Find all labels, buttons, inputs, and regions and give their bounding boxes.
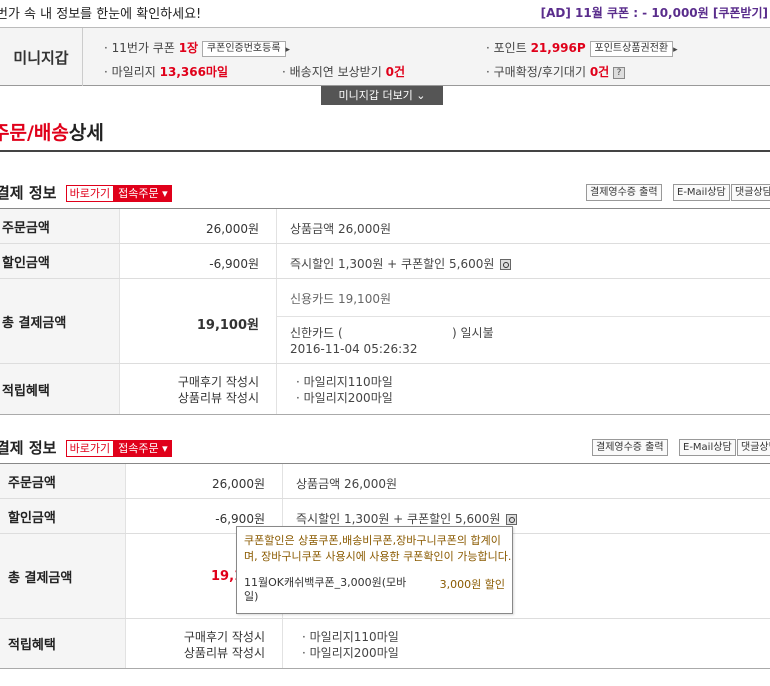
mileage-row: · 마일리지 13,366마일 <box>104 63 228 80</box>
discount-value: -6,900원 <box>209 257 259 271</box>
order-amount-label: 주문금액 <box>0 464 126 498</box>
mini-wallet-label: 미니지갑 <box>0 28 83 86</box>
total-row: 총 결제금액 19,100원 신용카드 19,100원 신한카드 ( ) 일시불… <box>0 279 770 364</box>
ad-coupon-link[interactable]: [AD] 11월 쿠폰 : - 10,000원 [쿠폰받기] <box>541 4 768 21</box>
card-divider <box>277 316 770 317</box>
reply-consult-button[interactable]: 댓글상담 <box>737 439 770 456</box>
total-value: 19,100원 <box>196 318 259 333</box>
discount-label: 할인금액 <box>0 499 126 533</box>
column-divider <box>276 364 277 414</box>
mileage-value[interactable]: 13,366마일 <box>160 65 228 79</box>
mileage-label: · 마일리지 <box>104 65 156 79</box>
column-divider <box>276 279 277 363</box>
discount-detail: 즉시할인 1,300원 + 쿠폰할인 5,600원 <box>290 255 512 272</box>
delay-value[interactable]: 0건 <box>386 65 405 79</box>
coupon-row: · 11번가 쿠폰 1장 쿠폰인증번호등록 ▸ <box>104 39 290 57</box>
point-convert-button[interactable]: 포인트상품권전환 <box>589 40 674 57</box>
discount-detail: 즉시할인 1,300원 + 쿠폰할인 5,600원 <box>296 510 518 527</box>
delay-label: · 배송지연 보상받기 <box>282 65 382 79</box>
total-label: 총 결제금액 <box>0 534 126 618</box>
benefit-value-1: · 마일리지110마일 <box>296 375 393 389</box>
benefit-values: · 마일리지110마일 · 마일리지200마일 <box>302 629 399 661</box>
receipt-print-button[interactable]: 결제영수증 출력 <box>586 184 662 201</box>
column-divider <box>276 209 277 243</box>
payment-info-heading-1: 결제 정보 바로가기 접속주문 ▾ <box>0 182 172 203</box>
point-value[interactable]: 21,996P <box>531 41 586 55</box>
magnifier-icon[interactable] <box>500 259 512 270</box>
discount-value: -6,900원 <box>215 512 265 526</box>
shortcut-button[interactable]: 바로가기 <box>65 440 115 457</box>
magnifier-icon[interactable] <box>506 514 518 525</box>
page-title-suffix: 상세 <box>68 122 104 144</box>
benefit-value-2: · 마일리지200마일 <box>302 646 399 660</box>
coupon-count[interactable]: 1장 <box>179 41 198 55</box>
top-bar: 번가 속 내 정보를 한눈에 확인하세요! [AD] 11월 쿠폰 : - 10… <box>0 0 770 28</box>
discount-label: 할인금액 <box>0 244 120 278</box>
discount-row: 할인금액 -6,900원 즉시할인 1,300원 + 쿠폰할인 5,600원 <box>0 244 770 279</box>
shortcut-button[interactable]: 바로가기 <box>65 185 115 202</box>
order-amount-value: 26,000원 <box>211 477 265 491</box>
top-message: 번가 속 내 정보를 한눈에 확인하세요! <box>0 7 202 22</box>
benefit-condition-2: 상품리뷰 작성시 <box>177 391 259 405</box>
benefit-label: 적립혜택 <box>0 619 126 668</box>
email-consult-button[interactable]: E-Mail상담 <box>679 439 736 456</box>
confirm-label: · 구매확정/후기대기 <box>486 65 586 79</box>
benefit-label: 적립혜택 <box>0 364 120 414</box>
coupon-register-arrow-icon: ▸ <box>285 45 291 55</box>
total-label: 총 결제금액 <box>0 279 120 363</box>
point-convert-arrow-icon: ▸ <box>673 45 678 55</box>
benefit-conditions: 구매후기 작성시 상품리뷰 작성시 <box>130 374 259 406</box>
confirm-row: · 구매확정/후기대기 0건 ? <box>486 63 626 80</box>
section-title: 결제 정보 <box>0 439 57 457</box>
point-row: · 포인트 21,996P 포인트상품권전환 ▸ <box>486 39 678 57</box>
page-title: 주문/배송상세 <box>0 118 104 145</box>
discount-detail-text: 즉시할인 1,300원 + 쿠폰할인 5,600원 <box>296 512 501 526</box>
column-divider <box>282 619 283 668</box>
mini-wallet-more-button[interactable]: 미니지갑 더보기 ⌄ <box>321 86 443 105</box>
benefit-row: 적립혜택 구매후기 작성시 상품리뷰 작성시 · 마일리지110마일 · 마일리… <box>0 619 770 669</box>
coupon-discount-tooltip: 쿠폰할인은 상품쿠폰,배송비쿠폰,장바구니쿠폰의 합계이며, 장바구니쿠폰 사용… <box>236 526 513 614</box>
benefit-condition-2: 상품리뷰 작성시 <box>183 646 265 660</box>
receipt-print-button[interactable]: 결제영수증 출력 <box>592 439 668 456</box>
benefit-value-1: · 마일리지110마일 <box>302 630 399 644</box>
title-divider <box>0 150 770 152</box>
payment-table-1: 주문금액 26,000원 상품금액 26,000원 할인금액 -6,900원 즉… <box>0 208 770 415</box>
point-label: · 포인트 <box>486 41 527 55</box>
order-amount-detail: 상품금액 26,000원 <box>290 222 392 236</box>
page-title-prefix: 주문/배송 <box>0 122 69 144</box>
coupon-register-button[interactable]: 쿠폰인증번호등록 <box>201 40 286 57</box>
card-name: 신한카드 ( <box>290 326 343 340</box>
help-icon[interactable]: ? <box>613 66 626 79</box>
order-amount-label: 주문금액 <box>0 209 120 243</box>
card-datetime: 2016-11-04 05:26:32 <box>290 342 418 356</box>
benefit-conditions: 구매후기 작성시 상품리뷰 작성시 <box>136 629 265 661</box>
benefit-condition-1: 구매후기 작성시 <box>177 375 259 389</box>
order-amount-detail: 상품금액 26,000원 <box>296 477 398 491</box>
confirm-value[interactable]: 0건 <box>590 65 609 79</box>
benefit-condition-1: 구매후기 작성시 <box>183 630 265 644</box>
benefit-value-2: · 마일리지200마일 <box>296 391 393 405</box>
tooltip-coupon-discount: 3,000원 할인 <box>439 578 505 591</box>
section-title: 결제 정보 <box>0 184 57 202</box>
order-amount-value: 26,000원 <box>205 222 259 236</box>
mini-wallet: 미니지갑 · 11번가 쿠폰 1장 쿠폰인증번호등록 ▸ · 포인트 21,996… <box>0 28 770 86</box>
tooltip-coupon-name: 11월OK캐쉬백쿠폰_3,000원(모바일) <box>244 576 407 603</box>
delay-row: · 배송지연 보상받기 0건 <box>282 63 405 80</box>
order-amount-row: 주문금액 26,000원 상품금액 26,000원 <box>0 209 770 244</box>
email-consult-button[interactable]: E-Mail상담 <box>673 184 730 201</box>
reply-consult-button[interactable]: 댓글상담 <box>731 184 770 201</box>
card-amount-line: 신용카드 19,100원 <box>290 292 392 306</box>
order-method-dropdown[interactable]: 접속주문 ▾ <box>114 185 172 202</box>
order-amount-row: 주문금액 26,000원 상품금액 26,000원 <box>0 464 770 499</box>
order-method-dropdown[interactable]: 접속주문 ▾ <box>114 440 172 457</box>
column-divider <box>282 464 283 498</box>
discount-detail-text: 즉시할인 1,300원 + 쿠폰할인 5,600원 <box>290 257 495 271</box>
coupon-label: · 11번가 쿠폰 <box>104 41 175 55</box>
tooltip-description: 쿠폰할인은 상품쿠폰,배송비쿠폰,장바구니쿠폰의 합계이며, 장바구니쿠폰 사용… <box>244 534 512 563</box>
column-divider <box>276 244 277 278</box>
benefit-row: 적립혜택 구매후기 작성시 상품리뷰 작성시 · 마일리지110마일 · 마일리… <box>0 364 770 415</box>
payment-info-heading-2: 결제 정보 바로가기 접속주문 ▾ <box>0 437 172 458</box>
benefit-values: · 마일리지110마일 · 마일리지200마일 <box>296 374 393 406</box>
card-installment: ) 일시불 <box>452 326 494 340</box>
